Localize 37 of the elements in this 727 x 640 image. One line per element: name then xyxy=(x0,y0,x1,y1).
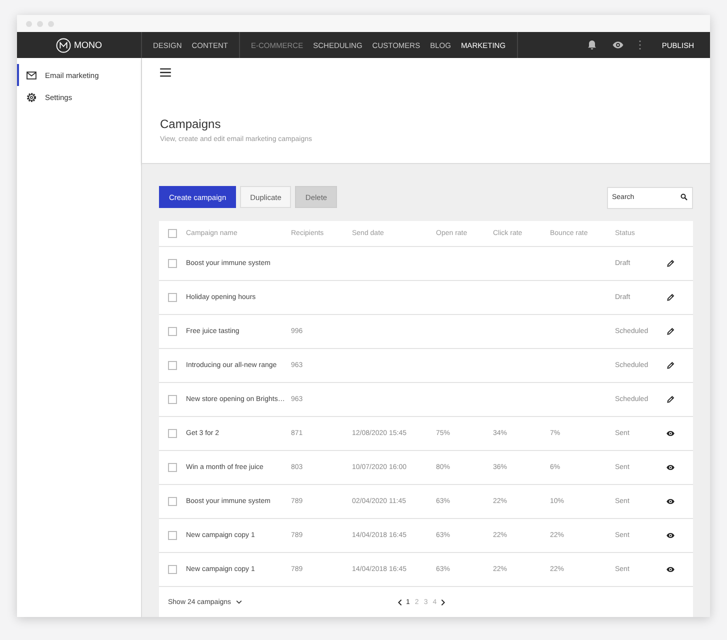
menu-icon[interactable] xyxy=(160,68,171,77)
row-checkbox[interactable] xyxy=(168,395,177,404)
brand-name: MONO xyxy=(74,40,102,50)
pencil-icon[interactable] xyxy=(666,259,675,268)
row-checkbox[interactable] xyxy=(168,531,177,540)
chevron-right-icon[interactable] xyxy=(440,598,445,606)
window-control-dot[interactable] xyxy=(48,20,54,26)
window-control-dot[interactable] xyxy=(37,20,43,26)
row-checkbox[interactable] xyxy=(168,361,177,370)
eye-icon[interactable] xyxy=(612,39,624,51)
row-checkbox[interactable] xyxy=(168,565,177,574)
notification-bell-icon[interactable] xyxy=(586,39,598,51)
more-options-icon[interactable] xyxy=(638,39,642,51)
logo-icon xyxy=(56,38,71,52)
row-checkbox[interactable] xyxy=(168,327,177,336)
row-checkbox[interactable] xyxy=(168,429,177,438)
pencil-icon[interactable] xyxy=(666,293,675,302)
eye-icon[interactable] xyxy=(666,565,675,574)
eye-icon[interactable] xyxy=(666,531,675,540)
chevron-left-icon[interactable] xyxy=(398,598,402,606)
eye-icon[interactable] xyxy=(666,463,675,472)
window-control-dot[interactable] xyxy=(26,20,32,26)
pencil-icon[interactable] xyxy=(666,395,675,404)
envelope-icon xyxy=(26,70,37,80)
row-checkbox[interactable] xyxy=(168,259,177,268)
chevron-down-icon xyxy=(236,600,242,604)
eye-icon[interactable] xyxy=(666,497,675,506)
eye-icon[interactable] xyxy=(666,429,675,438)
row-checkbox[interactable] xyxy=(168,497,177,506)
pencil-icon[interactable] xyxy=(666,361,675,370)
page-title: Campaigns xyxy=(160,117,222,131)
gear-icon xyxy=(26,92,37,102)
row-checkbox[interactable] xyxy=(168,463,177,472)
select-all-checkbox[interactable] xyxy=(168,229,177,238)
row-checkbox[interactable] xyxy=(168,293,177,302)
search-icon xyxy=(680,193,688,201)
pencil-icon[interactable] xyxy=(666,327,675,336)
